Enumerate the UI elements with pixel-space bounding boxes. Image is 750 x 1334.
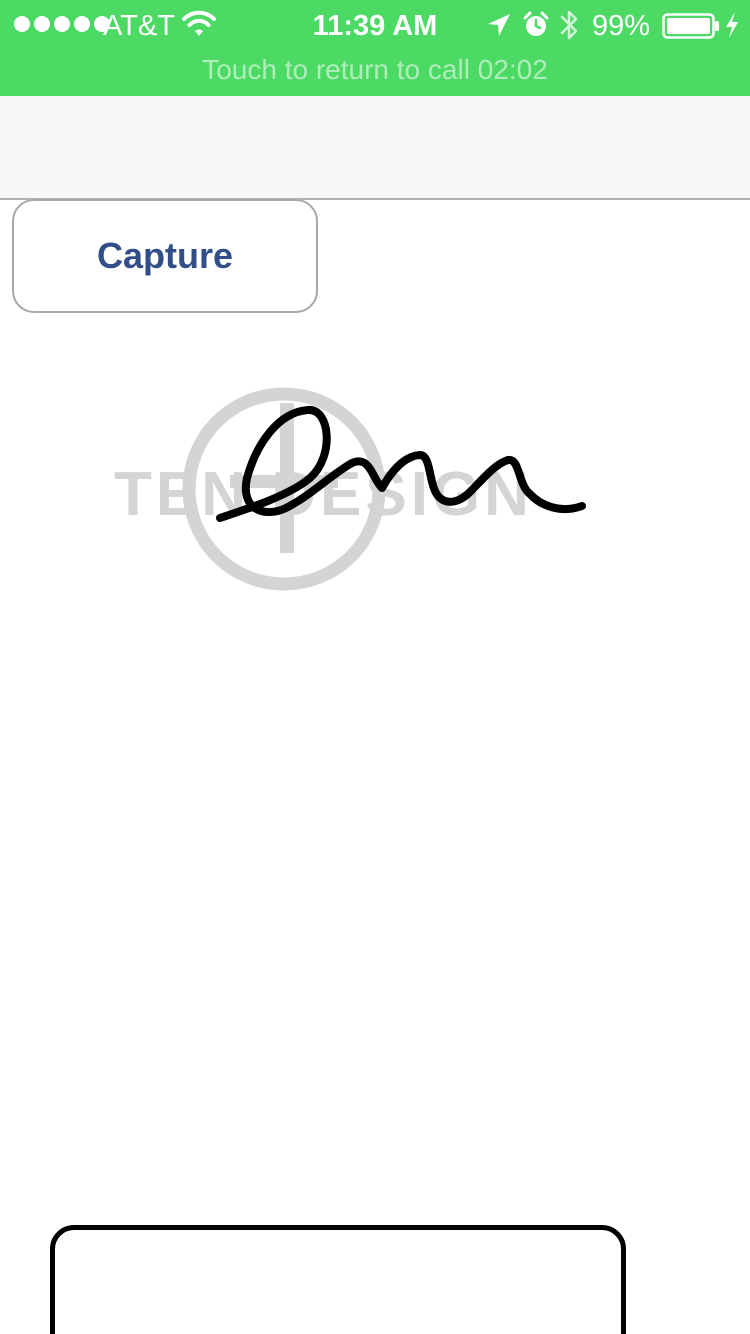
status-bar[interactable]: AT&T 11:39 AM 99% Touch to return to cal… xyxy=(0,0,750,96)
return-to-call-banner[interactable]: Touch to return to call 02:02 xyxy=(0,52,750,88)
battery-percent: 99% xyxy=(592,10,651,42)
status-row: AT&T 11:39 AM 99% xyxy=(0,0,750,50)
alarm-clock-icon xyxy=(523,11,549,36)
bluetooth-icon xyxy=(560,10,578,40)
signature-canvas[interactable] xyxy=(0,330,750,1210)
screen: AT&T 11:39 AM 99% Touch to return to cal… xyxy=(0,0,750,1334)
location-arrow-icon xyxy=(488,14,510,36)
capture-button[interactable]: Capture xyxy=(12,199,318,313)
battery-icon xyxy=(662,13,719,39)
charging-bolt-icon xyxy=(726,12,738,38)
signature-stroke xyxy=(216,406,586,522)
bottom-panel xyxy=(50,1225,626,1334)
navigation-bar xyxy=(0,96,750,200)
